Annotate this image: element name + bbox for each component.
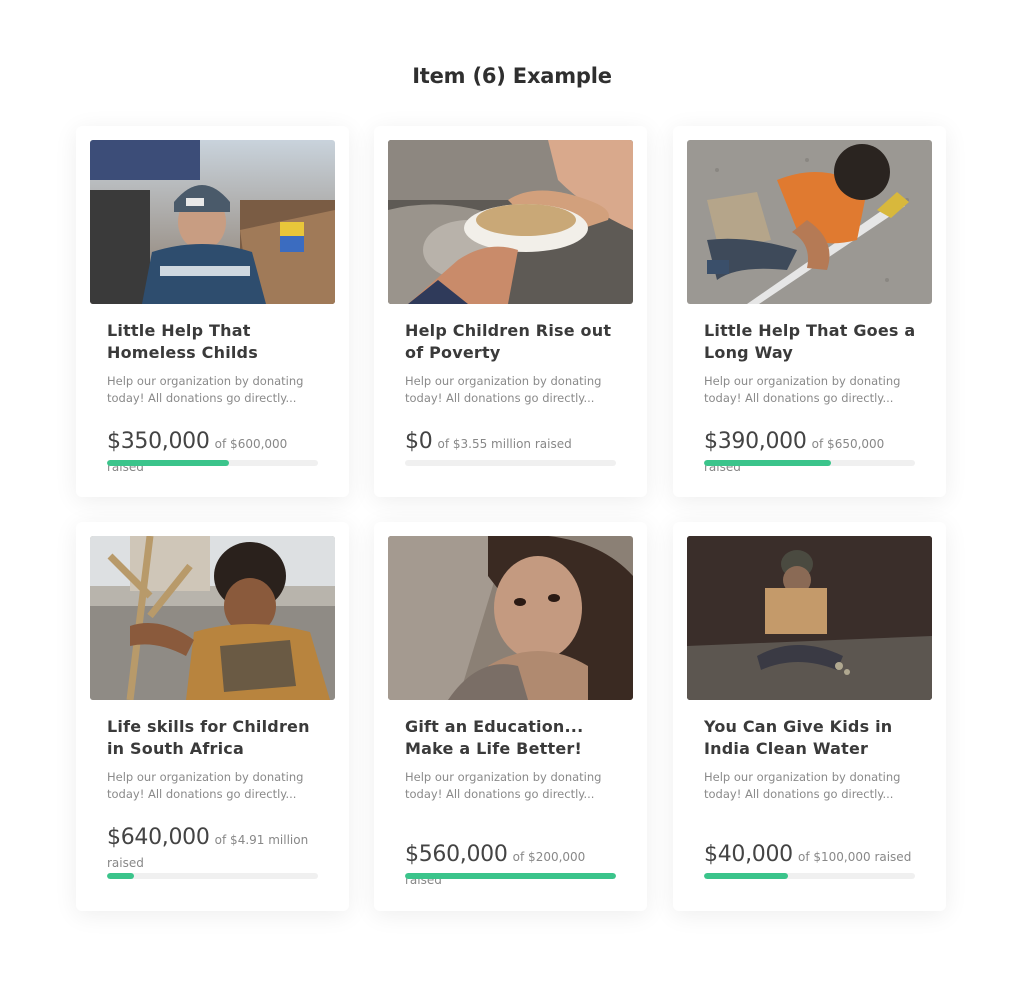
- card-description: Help our organization by donating today!…: [405, 770, 602, 801]
- raised-amount-line: $0 of $3.55 million raised: [405, 431, 620, 455]
- progress-bar: [107, 873, 318, 879]
- donation-card-gift-education[interactable]: Gift an Education... Make a Life Better!…: [374, 522, 647, 911]
- raised-amount-line: $560,000 of $200,000 raised: [405, 844, 620, 891]
- raised-amount-line: $40,000 of $100,000 raised: [704, 844, 919, 868]
- goal-text: of $3.55 million raised: [437, 437, 572, 451]
- progress-fill: [704, 460, 831, 466]
- card-image[interactable]: [687, 140, 932, 304]
- girl-resting-head-photo: [388, 536, 633, 700]
- progress-bar: [107, 460, 318, 466]
- card-title[interactable]: Life skills for Children in South Africa: [107, 716, 327, 760]
- card-description: Help our organization by donating today!…: [405, 374, 602, 405]
- raised-amount: $0: [405, 429, 433, 454]
- card-description: Help our organization by donating today!…: [107, 770, 304, 801]
- card-image[interactable]: [388, 536, 633, 700]
- raised-amount-line: $390,000 of $650,000 raised: [704, 431, 919, 478]
- raised-amount: $640,000: [107, 825, 210, 850]
- donation-card-homeless-childs[interactable]: Little Help That Homeless Childs Help ou…: [76, 126, 349, 497]
- card-image[interactable]: [90, 536, 335, 700]
- page-title: Item (6) Example: [412, 64, 612, 88]
- donation-card-south-africa[interactable]: Life skills for Children in South Africa…: [76, 522, 349, 911]
- progress-fill: [704, 873, 789, 879]
- donation-card-rise-out-of-poverty[interactable]: Help Children Rise out of Poverty Help o…: [374, 126, 647, 497]
- card-description: Help our organization by donating today!…: [704, 770, 901, 801]
- progress-fill: [107, 873, 135, 879]
- raised-amount: $40,000: [704, 842, 793, 867]
- card-image[interactable]: [687, 536, 932, 700]
- card-title[interactable]: Little Help That Goes a Long Way: [704, 320, 924, 364]
- donation-card-india-clean-water[interactable]: You Can Give Kids in India Clean Water H…: [673, 522, 946, 911]
- card-image[interactable]: [90, 140, 335, 304]
- raised-amount-line: $640,000 of $4.91 million raised: [107, 827, 322, 874]
- boy-with-crutches-photo: [687, 140, 932, 304]
- card-title[interactable]: Help Children Rise out of Poverty: [405, 320, 625, 364]
- bowl-of-rice-photo: [388, 140, 633, 304]
- card-description: Help our organization by donating today!…: [107, 374, 304, 405]
- boy-in-winter-hat-photo: [90, 140, 335, 304]
- child-with-sign-photo: [687, 536, 932, 700]
- card-description: Help our organization by donating today!…: [704, 374, 901, 405]
- raised-amount: $560,000: [405, 842, 508, 867]
- card-title[interactable]: Little Help That Homeless Childs: [107, 320, 327, 364]
- card-image[interactable]: [388, 140, 633, 304]
- card-title[interactable]: Gift an Education... Make a Life Better!: [405, 716, 625, 760]
- goal-text: of $100,000 raised: [797, 850, 912, 864]
- progress-fill: [107, 460, 230, 466]
- progress-bar: [704, 460, 915, 466]
- card-title[interactable]: You Can Give Kids in India Clean Water: [704, 716, 924, 760]
- donation-card-long-way[interactable]: Little Help That Goes a Long Way Help ou…: [673, 126, 946, 497]
- child-by-tree-photo: [90, 536, 335, 700]
- progress-bar: [405, 460, 616, 466]
- progress-fill: [405, 873, 616, 879]
- raised-amount: $390,000: [704, 429, 807, 454]
- raised-amount-line: $350,000 of $600,000 raised: [107, 431, 322, 478]
- progress-bar: [405, 873, 616, 879]
- progress-bar: [704, 873, 915, 879]
- raised-amount: $350,000: [107, 429, 210, 454]
